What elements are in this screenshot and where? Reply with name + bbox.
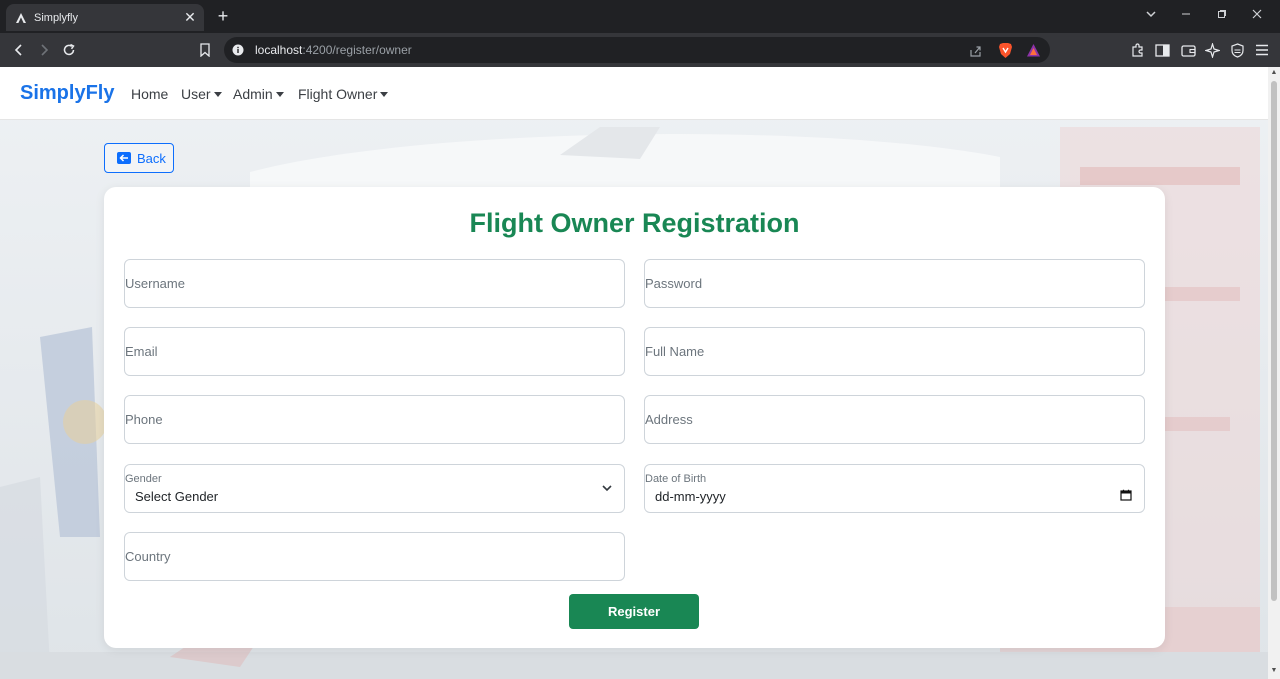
page-viewport: SimplyFly Home User Admin Flight Owner B… xyxy=(0,67,1280,679)
username-field[interactable] xyxy=(124,259,625,308)
calendar-icon[interactable] xyxy=(1120,488,1132,501)
gender-label: Gender xyxy=(125,473,162,485)
back-arrow-icon[interactable] xyxy=(9,40,29,60)
nav-home-label: Home xyxy=(131,86,169,102)
scroll-up-arrow-icon[interactable]: ▲ xyxy=(1270,69,1278,77)
caret-down-icon xyxy=(380,92,389,97)
site-info-icon[interactable] xyxy=(232,43,246,57)
restore-icon[interactable] xyxy=(1210,7,1234,22)
nav-user-dropdown[interactable]: User xyxy=(181,86,222,102)
caret-down-icon xyxy=(213,92,222,97)
tab-close-icon[interactable]: ✕ xyxy=(180,9,200,26)
url-text: localhost:4200/register/owner xyxy=(255,43,412,57)
full-name-input[interactable] xyxy=(645,328,1144,375)
scroll-down-arrow-icon[interactable]: ▼ xyxy=(1270,667,1278,675)
bookmark-icon[interactable] xyxy=(195,40,215,60)
chevron-down-icon xyxy=(601,481,613,493)
username-input[interactable] xyxy=(125,260,624,307)
minimize-icon[interactable] xyxy=(1174,7,1198,22)
reload-icon[interactable] xyxy=(59,40,79,60)
gender-select[interactable]: Gender Select Gender xyxy=(124,464,625,513)
browser-tab-strip: Simplyfly ✕ + xyxy=(0,0,1280,33)
angular-favicon-icon xyxy=(14,11,28,25)
brave-rewards-icon[interactable] xyxy=(1024,41,1042,59)
share-icon[interactable] xyxy=(966,42,984,60)
back-button[interactable]: Back xyxy=(104,143,174,173)
brand-logo[interactable]: SimplyFly xyxy=(20,82,114,105)
caret-down-icon xyxy=(275,92,284,97)
nav-flight-owner-dropdown[interactable]: Flight Owner xyxy=(298,86,389,102)
address-field[interactable] xyxy=(644,395,1145,444)
country-field[interactable] xyxy=(124,532,625,581)
vpn-shield-icon[interactable] xyxy=(1228,41,1246,59)
gender-value: Select Gender xyxy=(135,489,219,504)
email-field[interactable] xyxy=(124,327,625,376)
password-input[interactable] xyxy=(645,260,1144,307)
address-bar[interactable]: localhost:4200/register/owner xyxy=(224,37,1050,63)
nav-admin-label: Admin xyxy=(233,86,273,102)
address-input[interactable] xyxy=(645,396,1144,443)
brave-shields-icon[interactable] xyxy=(996,41,1014,59)
full-name-field[interactable] xyxy=(644,327,1145,376)
new-tab-button[interactable]: + xyxy=(213,6,233,27)
nav-user-label: User xyxy=(181,86,211,102)
wallet-icon[interactable] xyxy=(1179,41,1197,59)
dob-value: dd-mm-yyyy xyxy=(655,489,726,504)
browser-toolbar: localhost:4200/register/owner xyxy=(0,33,1280,67)
tab-title: Simplyfly xyxy=(34,11,79,24)
registration-card: Flight Owner Registration Gender Select … xyxy=(104,187,1165,648)
nav-admin-dropdown[interactable]: Admin xyxy=(233,86,284,102)
page-title: Flight Owner Registration xyxy=(469,208,800,238)
scrollbar-thumb[interactable] xyxy=(1271,81,1277,601)
leo-ai-icon[interactable] xyxy=(1203,41,1221,59)
email-input[interactable] xyxy=(125,328,624,375)
back-button-label: Back xyxy=(137,150,166,166)
nav-home[interactable]: Home xyxy=(131,86,168,102)
menu-icon[interactable] xyxy=(1253,41,1271,59)
browser-tab[interactable]: Simplyfly ✕ xyxy=(6,4,204,31)
nav-flight-owner-label: Flight Owner xyxy=(298,86,378,102)
close-window-icon[interactable] xyxy=(1245,7,1269,22)
dob-label: Date of Birth xyxy=(645,473,707,485)
sidebar-icon[interactable] xyxy=(1153,41,1171,59)
forward-arrow-icon[interactable] xyxy=(34,40,54,60)
top-navbar: SimplyFly Home User Admin Flight Owner xyxy=(0,67,1268,120)
url-host: localhost xyxy=(255,43,303,57)
tab-search-chevron-icon[interactable] xyxy=(1139,7,1163,22)
password-field[interactable] xyxy=(644,259,1145,308)
page-scrollbar[interactable]: ▲ ▼ xyxy=(1268,67,1280,679)
country-input[interactable] xyxy=(125,533,624,580)
register-button[interactable]: Register xyxy=(569,594,699,629)
phone-field[interactable] xyxy=(124,395,625,444)
arrow-left-square-icon xyxy=(117,152,131,164)
phone-input[interactable] xyxy=(125,396,624,443)
date-of-birth-field[interactable]: Date of Birth dd-mm-yyyy xyxy=(644,464,1145,513)
url-path: :4200/register/owner xyxy=(302,43,412,57)
extensions-icon[interactable] xyxy=(1128,41,1146,59)
